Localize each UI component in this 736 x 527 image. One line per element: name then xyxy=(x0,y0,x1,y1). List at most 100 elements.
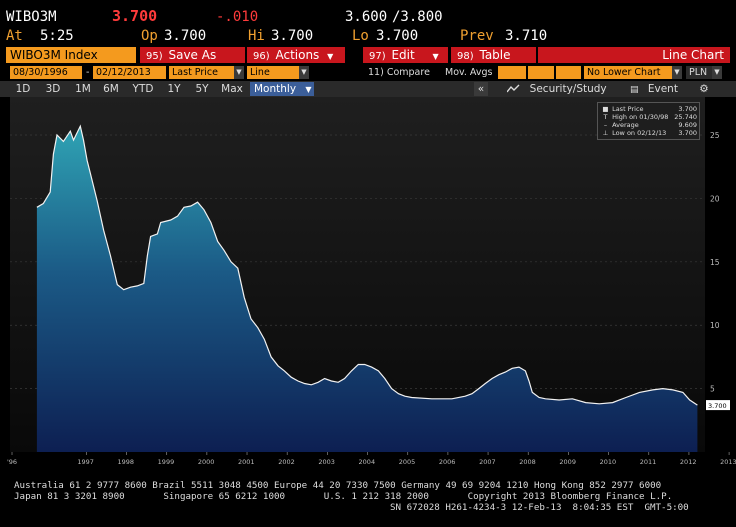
x-tick-label: 2008 xyxy=(519,458,536,466)
period-1m[interactable]: 1M xyxy=(70,82,96,96)
lower-chart-dropdown-icon[interactable]: ▼ xyxy=(672,66,682,79)
legend-high-marker-icon: T xyxy=(603,113,608,121)
legend-low-marker-icon: ⊥ xyxy=(602,129,609,137)
back-button[interactable]: « xyxy=(474,82,488,96)
period-5y[interactable]: 5Y xyxy=(190,82,214,96)
currency-select[interactable]: PLN xyxy=(686,66,712,79)
save-as-label: Save As xyxy=(168,48,217,62)
legend-row-last-price: ■ Last Price 3.700 xyxy=(601,105,697,113)
table-shortcut: 98) xyxy=(457,51,474,62)
mov-avg-field-1[interactable] xyxy=(498,66,526,79)
legend-row-high: T High on 01/30/98 25.740 xyxy=(601,113,698,121)
low-value: 3.700 xyxy=(376,28,419,44)
x-tick-label: 2011 xyxy=(640,458,657,466)
table-button[interactable]: 98) Table xyxy=(451,47,536,63)
last-value-tag-label: 3.700 xyxy=(708,402,727,410)
field-dropdown-icon[interactable]: ▼ xyxy=(234,66,244,79)
period-max[interactable]: Max xyxy=(218,82,246,96)
footer-line-3: SN 672028 H261-4234-3 12-Feb-13 8:04:35 … xyxy=(390,502,689,513)
legend-high-value: 25.740 xyxy=(674,113,697,121)
compare-button[interactable]: 11) Compare xyxy=(365,66,433,79)
bid-price: 3.600 xyxy=(345,9,388,25)
legend-last-label: Last Price xyxy=(612,105,644,113)
style-dropdown-icon[interactable]: ▼ xyxy=(299,66,309,79)
frequency-label: Monthly xyxy=(254,83,297,95)
event-label: Event xyxy=(647,83,678,95)
start-date-field[interactable]: 08/30/1996 xyxy=(10,66,82,79)
y-tick-label: 25 xyxy=(710,131,720,140)
period-1d[interactable]: 1D xyxy=(10,82,36,96)
period-1y[interactable]: 1Y xyxy=(162,82,186,96)
table-label: Table xyxy=(479,48,511,62)
x-tick-label: 2010 xyxy=(600,458,617,466)
frequency-dropdown-icon: ▼ xyxy=(305,85,312,94)
period-ytd[interactable]: YTD xyxy=(128,82,158,96)
parameter-row: 08/30/1996 - 02/12/2013 Last Price ▼ Lin… xyxy=(0,65,736,80)
price-chart-svg: 5 10 15 20 25 3.700 '96 1997 1998 1999 2000 2001 20… xyxy=(7,97,736,466)
save-as-shortcut: 95) xyxy=(146,51,163,62)
legend-average-label: Average xyxy=(612,121,639,129)
chart-type-label[interactable]: Line Chart xyxy=(538,47,730,63)
x-tick-label: 2013 xyxy=(720,458,736,466)
x-tick-label: 2002 xyxy=(278,458,295,466)
end-date-field[interactable]: 02/12/2013 xyxy=(93,66,166,79)
event-button[interactable]: ▤ Event xyxy=(624,82,684,96)
x-tick-label: 1999 xyxy=(158,458,175,466)
open-label: Op xyxy=(141,28,158,44)
x-tick-label: 2004 xyxy=(359,458,376,466)
actions-button[interactable]: 96) Actions ▼ xyxy=(247,47,345,63)
frequency-select[interactable]: Monthly ▼ xyxy=(250,82,314,96)
footer-line-1: Australia 61 2 9777 8600 Brazil 5511 304… xyxy=(14,480,662,491)
field-select[interactable]: Last Price xyxy=(169,66,234,79)
prev-label: Prev xyxy=(460,28,494,44)
period-6m[interactable]: 6M xyxy=(98,82,124,96)
security-study-button[interactable]: Security/Study xyxy=(502,82,612,96)
legend-average-value: 9.609 xyxy=(678,121,697,129)
menu-bar: WIBO3M Index 95) Save As 96) Actions ▼ 9… xyxy=(0,46,736,64)
x-tick-label: 2007 xyxy=(479,458,496,466)
x-tick-label: 2005 xyxy=(399,458,416,466)
save-as-button[interactable]: 95) Save As xyxy=(140,47,245,63)
style-select[interactable]: Line xyxy=(247,66,299,79)
y-tick-label: 5 xyxy=(710,385,715,394)
low-label: Lo xyxy=(352,28,369,44)
x-tick-label: 1998 xyxy=(118,458,135,466)
legend-average-dash-icon: – xyxy=(603,121,608,129)
x-tick-label: 1997 xyxy=(77,458,94,466)
ask-price: /3.800 xyxy=(392,9,443,25)
settings-gear-icon[interactable]: ⚙ xyxy=(692,82,716,96)
legend-high-label: High on 01/30/98 xyxy=(612,113,669,121)
high-label: Hi xyxy=(248,28,265,44)
open-value: 3.700 xyxy=(164,28,207,44)
price-chart: 5 10 15 20 25 3.700 '96 1997 1998 1999 2000 2001 20… xyxy=(0,97,736,469)
mov-avgs-button[interactable]: Mov. Avgs xyxy=(442,66,495,79)
edit-shortcut: 97) xyxy=(369,51,386,62)
y-tick-label: 15 xyxy=(710,258,720,267)
actions-label: Actions xyxy=(275,48,320,62)
y-tick-label: 10 xyxy=(710,321,720,330)
legend-row-low: ⊥ Low on 02/12/13 3.700 xyxy=(601,129,697,137)
x-tick-label: 2001 xyxy=(238,458,255,466)
high-value: 3.700 xyxy=(271,28,314,44)
actions-dropdown-icon: ▼ xyxy=(327,52,334,61)
currency-dropdown-icon[interactable]: ▼ xyxy=(712,66,722,79)
x-tick-label: 2003 xyxy=(318,458,335,466)
ticker: WIBO3M xyxy=(6,9,57,25)
mov-avg-field-3[interactable] xyxy=(556,66,581,79)
time-label: At xyxy=(6,28,23,44)
date-separator: - xyxy=(86,67,90,78)
security-field[interactable]: WIBO3M Index xyxy=(6,47,136,63)
prev-value: 3.710 xyxy=(505,28,548,44)
legend-low-label: Low on 02/12/13 xyxy=(612,129,667,137)
chart-legend[interactable]: ■ Last Price 3.700 T High on 01/30/98 25… xyxy=(597,102,700,140)
y-tick-label: 20 xyxy=(710,194,720,203)
period-3d[interactable]: 3D xyxy=(40,82,66,96)
event-icon: ▤ xyxy=(630,85,639,95)
footer-line-2: Japan 81 3 3201 8900 Singapore 65 6212 1… xyxy=(14,491,673,502)
lower-chart-select[interactable]: No Lower Chart xyxy=(584,66,672,79)
edit-button[interactable]: 97) Edit ▼ xyxy=(363,47,448,63)
security-study-label: Security/Study xyxy=(529,83,607,95)
net-change: -.010 xyxy=(216,9,259,25)
mov-avg-field-2[interactable] xyxy=(528,66,554,79)
quote-header: WIBO3M 3.700 -.010 3.600 /3.800 At 5:25 … xyxy=(0,0,736,46)
